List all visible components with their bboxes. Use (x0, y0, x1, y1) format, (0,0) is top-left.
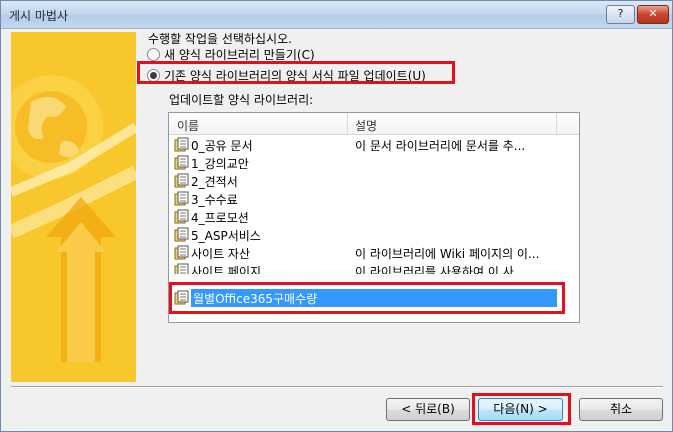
wizard-side-banner (11, 32, 136, 382)
radio-icon[interactable] (147, 48, 160, 61)
list-item[interactable]: 사이트 페이지 이 라이브러리를 사용하여 이 사... (169, 262, 579, 274)
library-name: 0_공유 문서 (191, 139, 253, 153)
library-name: 5_ASP서비스 (191, 229, 261, 243)
publish-wizard-banner-icon (11, 32, 136, 382)
help-button[interactable]: ? (606, 5, 635, 24)
library-name: 1_강의교안 (191, 157, 249, 171)
column-header-name[interactable]: 이름 (177, 117, 199, 134)
list-header: 이름 설명 (169, 113, 579, 135)
library-name: 사이트 자산 (191, 247, 251, 261)
title-bar[interactable]: 게시 마법사 ? ✕ (1, 1, 672, 29)
list-item[interactable]: 0_공유 문서 이 문서 라이브러리에 문서를 추... (169, 136, 579, 154)
library-name: 2_견적서 (191, 175, 238, 189)
close-button[interactable]: ✕ (637, 5, 669, 24)
form-library-icon (174, 209, 189, 224)
library-name: 3_수수료 (191, 193, 238, 207)
form-library-icon (174, 137, 189, 152)
publish-wizard-window: 게시 마법사 ? ✕ 수행할 작업을 선택하십시오. 새 양식 라이브러리 만들… (0, 0, 673, 432)
form-library-icon (174, 227, 189, 242)
column-divider[interactable] (556, 113, 557, 134)
library-description: 이 라이브러리에 Wiki 페이지의 이... (355, 247, 540, 261)
list-item[interactable]: 2_견적서 (169, 172, 579, 190)
form-library-icon (174, 173, 189, 188)
library-list-label: 업데이트할 양식 라이브러리: (169, 93, 314, 107)
highlight-box (169, 282, 565, 314)
list-item[interactable]: 1_강의교안 (169, 154, 579, 172)
library-description: 이 문서 라이브러리에 문서를 추... (355, 139, 526, 153)
back-button[interactable]: < 뒤로(B) (386, 398, 470, 421)
list-item[interactable]: 3_수수료 (169, 190, 579, 208)
library-description: 이 라이브러리를 사용하여 이 사... (355, 265, 526, 274)
form-library-icon (174, 191, 189, 206)
cancel-button[interactable]: 취소 (579, 398, 663, 421)
library-name: 사이트 페이지 (191, 265, 262, 274)
form-library-icon (174, 155, 189, 170)
column-header-description[interactable]: 설명 (355, 117, 377, 134)
window-title: 게시 마법사 (9, 9, 69, 23)
list-item[interactable]: 4_프로모션 (169, 208, 579, 226)
list-item[interactable]: 5_ASP서비스 (169, 226, 579, 244)
library-name: 4_프로모션 (191, 211, 249, 225)
highlight-box (472, 393, 571, 425)
divider (11, 386, 663, 388)
highlight-box (137, 61, 455, 84)
form-library-icon (174, 245, 189, 260)
column-divider[interactable] (347, 113, 348, 134)
instruction-text: 수행할 작업을 선택하십시오. (148, 32, 292, 46)
list-item[interactable]: 사이트 자산 이 라이브러리에 Wiki 페이지의 이... (169, 244, 579, 262)
form-library-icon (174, 263, 189, 274)
create-library-label: 새 양식 라이브러리 만들기(C) (164, 48, 315, 62)
